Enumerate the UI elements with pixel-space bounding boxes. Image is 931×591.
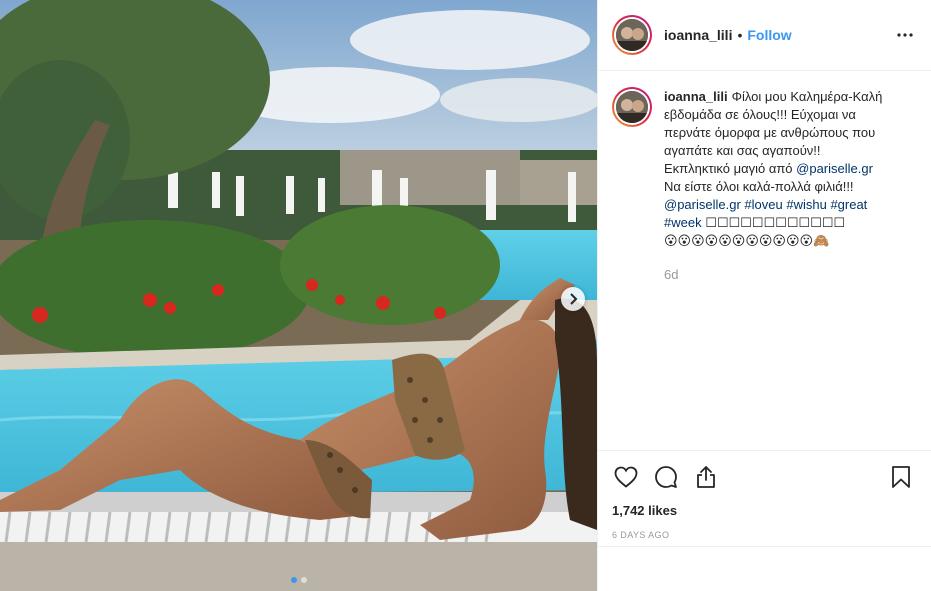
bookmark-icon — [892, 466, 910, 488]
heart-icon — [614, 466, 638, 488]
post-panel: ioanna_lili • Follow ioanna_lili Φίλοι μ… — [597, 0, 931, 591]
avatar-image — [616, 91, 648, 123]
follow-button[interactable]: Follow — [747, 27, 791, 43]
separator-dot: • — [737, 27, 743, 43]
caption-avatar[interactable] — [612, 87, 652, 127]
caption-line: εβδομάδα σε όλους!!! Εύχομαι να — [664, 107, 856, 122]
mention-link[interactable]: @pariselle.gr — [796, 161, 873, 176]
carousel-indicator — [0, 577, 597, 583]
caption-line: Φίλοι μου Καλημέρα-Καλή — [731, 89, 883, 104]
save-button[interactable] — [887, 463, 915, 491]
comment-area — [598, 546, 931, 591]
share-icon — [697, 466, 715, 488]
post-image — [0, 0, 597, 591]
avatar[interactable] — [612, 15, 652, 55]
comment-icon — [655, 466, 677, 488]
carousel-next-button[interactable] — [561, 287, 585, 311]
avatar-image — [616, 19, 648, 51]
carousel-dot — [300, 577, 307, 583]
more-options-button[interactable] — [893, 23, 917, 47]
caption-line: Να είστε όλοι καλά-πολλά φιλιά!!! — [664, 179, 854, 194]
chevron-right-icon — [570, 293, 578, 305]
caption-line: Εκπληκτικό μαγιό από — [664, 161, 797, 176]
mention-link[interactable]: @pariselle.gr — [664, 197, 741, 212]
share-button[interactable] — [692, 463, 720, 491]
caption-line: ☐☐☐☐☐☐☐☐☐☐☐☐ — [701, 215, 846, 230]
hashtag-link[interactable]: #great — [830, 197, 867, 212]
caption-timestamp[interactable]: 6d — [664, 266, 882, 284]
caption-text: ioanna_lili Φίλοι μου Καλημέρα-Καλή εβδομ… — [664, 88, 882, 284]
caption-line: περνάτε όμορφα με ανθρώπους που — [664, 125, 876, 140]
post-header: ioanna_lili • Follow — [598, 0, 931, 71]
action-icons — [612, 457, 915, 497]
carousel-dot-active — [290, 577, 297, 583]
instagram-post: ioanna_lili • Follow ioanna_lili Φίλοι μ… — [0, 0, 931, 591]
caption-emoji-line: 😮😮😮😮😮😮😮😮😮😮😮🙈 — [664, 233, 830, 248]
post-photo[interactable] — [0, 0, 597, 591]
comment-button[interactable] — [652, 463, 680, 491]
caption-line: αγαπάτε και σας αγαπούν!! — [664, 143, 821, 158]
hashtag-link[interactable]: #week — [664, 215, 702, 230]
likes-count[interactable]: 1,742 likes — [612, 503, 915, 518]
more-horizontal-icon — [897, 33, 913, 37]
caption: ioanna_lili Φίλοι μου Καλημέρα-Καλή εβδομ… — [612, 87, 915, 284]
caption-username[interactable]: ioanna_lili — [664, 89, 728, 104]
username-link[interactable]: ioanna_lili — [664, 27, 732, 43]
comments-section: ioanna_lili Φίλοι μου Καλημέρα-Καλή εβδομ… — [598, 71, 931, 450]
post-timestamp[interactable]: 6 DAYS AGO — [612, 530, 915, 540]
hashtag-link[interactable]: #loveu — [744, 197, 782, 212]
like-button[interactable] — [612, 463, 640, 491]
hashtag-link[interactable]: #wishu — [786, 197, 826, 212]
